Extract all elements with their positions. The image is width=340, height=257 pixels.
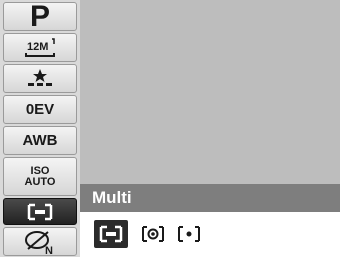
metering-multi-icon bbox=[99, 225, 123, 243]
settings-sidebar: P 12M 0EV AWB ISO AUTO N bbox=[0, 0, 80, 257]
metering-multi-icon bbox=[27, 203, 53, 220]
image-size-label: 12M bbox=[27, 41, 48, 53]
iso-label: ISO bbox=[30, 164, 50, 177]
metering-center-icon bbox=[142, 226, 164, 242]
metering-tile[interactable] bbox=[3, 198, 77, 225]
metering-option-spot[interactable] bbox=[174, 220, 204, 248]
image-size-tile[interactable]: 12M bbox=[3, 33, 77, 62]
svg-text:N: N bbox=[45, 245, 53, 255]
color-mode-normal-icon: N bbox=[25, 230, 53, 255]
white-balance-label: AWB bbox=[22, 132, 58, 149]
quality-stars-icon bbox=[28, 68, 52, 86]
quality-tile[interactable] bbox=[3, 64, 77, 93]
iso-tile[interactable]: ISO AUTO bbox=[3, 157, 77, 196]
viewfinder-preview bbox=[80, 0, 340, 184]
metering-options-bar bbox=[80, 212, 340, 257]
metering-label-bar: Multi bbox=[80, 184, 340, 212]
exposure-value-label: 0EV bbox=[25, 101, 55, 118]
image-size-icon: 12M bbox=[25, 37, 55, 57]
iso-value-label: AUTO bbox=[24, 175, 56, 188]
metering-mode-label: Multi bbox=[92, 188, 132, 207]
metering-option-center[interactable] bbox=[138, 220, 168, 248]
shooting-mode-tile[interactable]: P bbox=[3, 0, 77, 33]
metering-spot-icon bbox=[178, 226, 200, 242]
color-mode-tile[interactable]: N bbox=[3, 227, 77, 256]
metering-option-multi[interactable] bbox=[94, 220, 128, 248]
exposure-tile[interactable]: 0EV bbox=[3, 95, 77, 124]
white-balance-tile[interactable]: AWB bbox=[3, 126, 77, 155]
shooting-mode-label: P bbox=[29, 0, 50, 33]
